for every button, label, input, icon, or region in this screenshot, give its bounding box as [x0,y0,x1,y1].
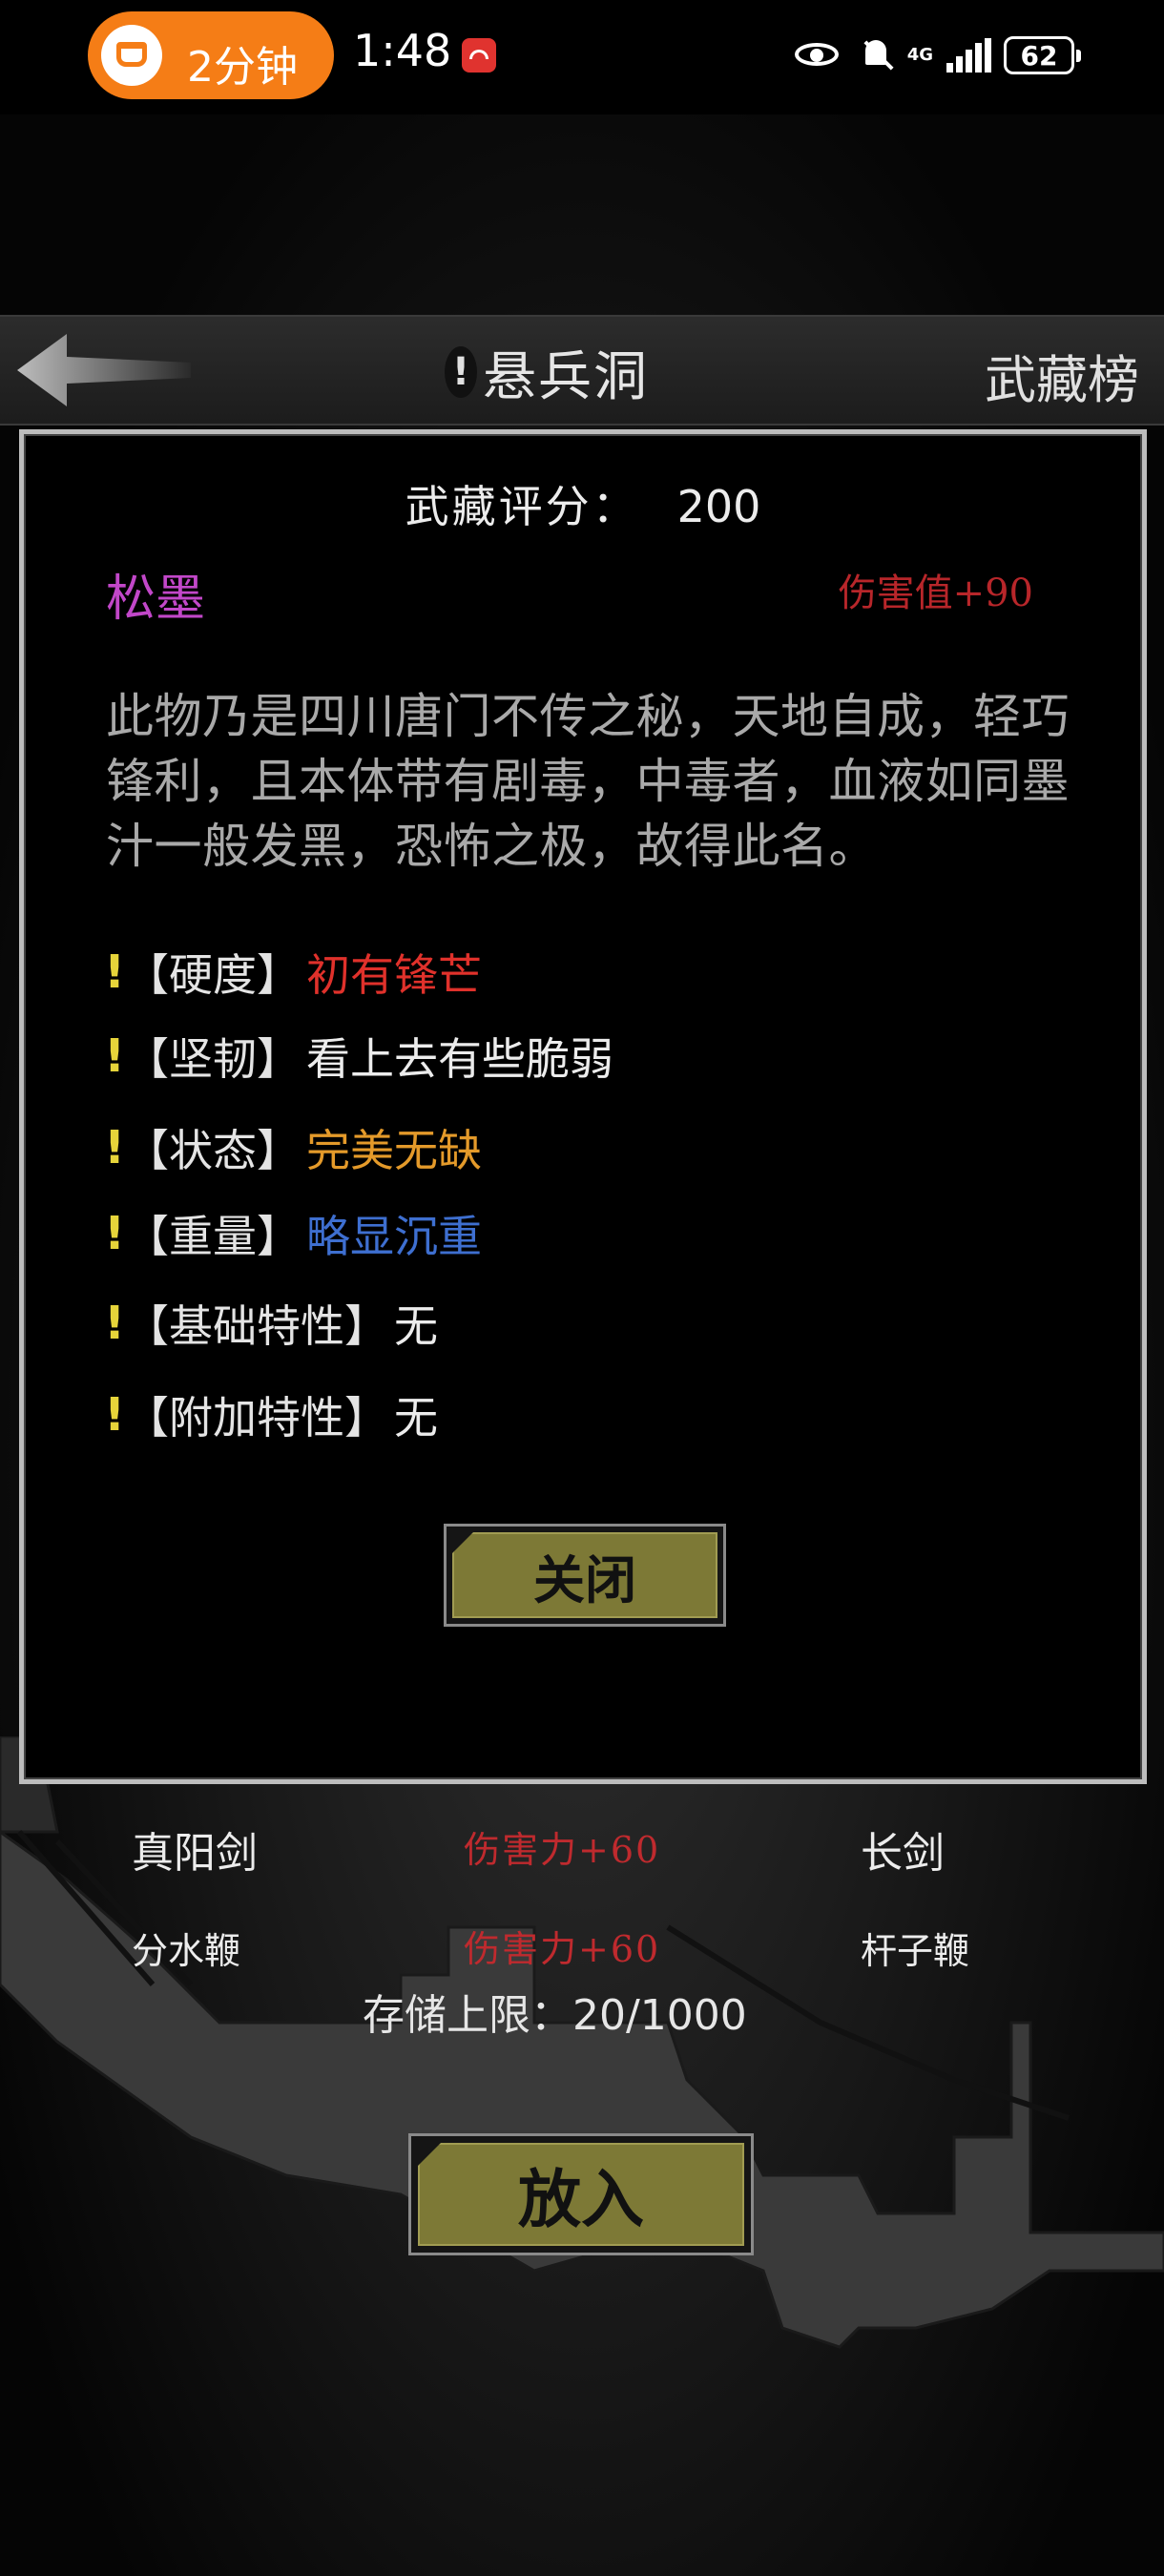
item-detail-dialog: 武藏评分： 200 松墨 伤害值+90 此物乃是四川唐门不传之秘，天地自成，轻巧锋… [19,429,1147,1784]
attribute-label: 【附加特性】 [125,1392,388,1444]
network-label: 4G [906,45,933,65]
bell-muted-icon [858,36,894,74]
weapon-type: 杆子鞭 [861,1930,970,1972]
clock: 1:48 [353,25,452,76]
weapon-type: 长剑 [861,1829,945,1878]
item-description: 此物乃是四川唐门不传之秘，天地自成，轻巧锋利，且本体带有剧毒，中毒者，血液如同墨… [106,689,1070,874]
battery-level: 62 [1020,39,1058,72]
attribute-row: ! 【硬度】 初有锋芒 [104,942,482,1003]
exclamation-icon[interactable]: ! [104,1297,125,1350]
attribute-value: 无 [394,1300,438,1352]
put-in-button[interactable]: 放入 [408,2133,754,2255]
attribute-value: 看上去有些脆弱 [306,1033,613,1085]
weapon-name: 真阳剑 [132,1829,258,1878]
score-row: 武藏评分： 200 [24,472,1142,535]
close-button-face: 关闭 [452,1532,717,1618]
back-button[interactable] [13,330,195,410]
weapon-name: 分水鞭 [132,1930,241,1972]
attribute-label: 【重量】 [125,1211,301,1262]
weapon-damage: 伤害力+60 [464,1829,661,1871]
attribute-value: 略显沉重 [306,1211,482,1262]
attribute-row: ! 【附加特性】 无 [104,1384,438,1445]
signal-icon [946,38,991,73]
attribute-value: 无 [394,1392,438,1444]
attribute-row: ! 【状态】 完美无缺 [104,1117,482,1178]
back-arrow-icon [17,334,191,406]
recording-pill[interactable]: 2分钟 [88,11,334,99]
pill-text: 2分钟 [187,43,298,92]
weapon-row[interactable]: 真阳剑 伤害力+60 长剑 [0,1813,1164,1880]
exclamation-icon[interactable]: ! [104,1207,125,1260]
page-title-text: 悬兵洞 [483,345,649,408]
put-in-button-label: 放入 [518,2163,644,2236]
close-button-label: 关闭 [533,1549,636,1610]
exclamation-icon[interactable]: ! [445,346,477,398]
storage-limit: 存储上限：20/1000 [363,1991,747,2040]
attribute-row: ! 【基础特性】 无 [104,1293,438,1354]
exclamation-icon[interactable]: ! [104,1121,125,1174]
eye-icon [793,41,844,70]
exclamation-icon[interactable]: ! [104,1029,125,1083]
attribute-label: 【状态】 [125,1125,301,1176]
title-bar: ! 悬兵洞 武藏榜 [0,315,1164,426]
exclamation-icon[interactable]: ! [104,945,125,999]
ranking-link[interactable]: 武藏榜 [985,338,1139,413]
put-in-button-face: 放入 [418,2143,744,2246]
status-bar: 2分钟 1:48 4G 62 [0,0,1164,114]
attribute-label: 【硬度】 [125,949,301,1001]
attribute-value: 初有锋芒 [306,949,482,1001]
page-title: ! 悬兵洞 [445,334,649,410]
battery-icon: 62 [1004,36,1081,74]
attribute-label: 【坚韧】 [125,1033,301,1085]
status-icons: 4G 62 [793,27,1081,84]
exclamation-icon[interactable]: ! [104,1388,125,1442]
attribute-row: ! 【重量】 略显沉重 [104,1203,482,1264]
attribute-label: 【基础特性】 [125,1300,388,1352]
close-button[interactable]: 关闭 [444,1524,726,1627]
weapon-damage: 伤害力+60 [464,1928,661,1970]
app-logo-icon [101,25,162,86]
score-value: 200 [676,481,761,532]
attribute-row: ! 【坚韧】 看上去有些脆弱 [104,1026,613,1087]
notification-app-icon [462,38,496,73]
damage-bonus: 伤害值+90 [838,571,1033,615]
attribute-value: 完美无缺 [306,1125,482,1176]
item-name: 松墨 [106,571,206,628]
weapon-row[interactable]: 分水鞭 伤害力+60 杆子鞭 [0,1912,1164,1979]
score-label: 武藏评分： [405,481,639,532]
